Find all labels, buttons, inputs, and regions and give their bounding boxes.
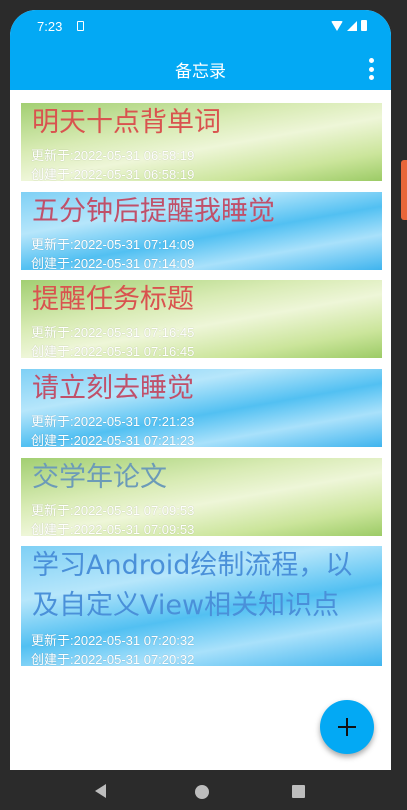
device-frame: 7:23 备忘录 明天十点背单词 更新于:2022-05-31 06:58:19… xyxy=(0,0,407,810)
page-title: 备忘录 xyxy=(175,62,226,82)
note-title: 交学年论文 xyxy=(32,462,167,493)
note-card[interactable]: 请立刻去睡觉 更新于:2022-05-31 07:21:23 创建于:2022-… xyxy=(21,369,382,447)
sim-icon xyxy=(77,21,84,31)
note-updated: 更新于:2022-05-31 07:16:45 xyxy=(31,325,195,340)
signal-icon xyxy=(347,20,357,31)
note-created: 创建于:2022-05-31 07:09:53 xyxy=(31,522,195,536)
status-time: 7:23 xyxy=(37,19,63,34)
note-created: 创建于:2022-05-31 07:14:09 xyxy=(31,256,195,270)
home-icon[interactable] xyxy=(195,785,209,799)
note-updated: 更新于:2022-05-31 07:09:53 xyxy=(31,503,195,518)
side-button xyxy=(401,160,407,220)
overflow-menu-icon[interactable] xyxy=(367,58,375,80)
note-card[interactable]: 学习Android绘制流程，以及自定义View相关知识点 更新于:2022-05… xyxy=(21,546,382,666)
app-screen: 7:23 备忘录 明天十点背单词 更新于:2022-05-31 06:58:19… xyxy=(10,10,391,770)
app-bar: 备忘录 xyxy=(10,44,391,90)
note-title: 提醒任务标题 xyxy=(32,284,194,315)
recents-icon[interactable] xyxy=(292,785,305,798)
note-card[interactable]: 五分钟后提醒我睡觉 更新于:2022-05-31 07:14:09 创建于:20… xyxy=(21,192,382,270)
note-title: 五分钟后提醒我睡觉 xyxy=(32,196,275,227)
note-card[interactable]: 交学年论文 更新于:2022-05-31 07:09:53 创建于:2022-0… xyxy=(21,458,382,536)
note-created: 创建于:2022-05-31 07:20:32 xyxy=(31,652,195,666)
add-note-button[interactable] xyxy=(320,700,374,754)
note-updated: 更新于:2022-05-31 07:14:09 xyxy=(31,237,195,252)
note-card[interactable]: 明天十点背单词 更新于:2022-05-31 06:58:19 创建于:2022… xyxy=(21,103,382,181)
status-bar: 7:23 xyxy=(10,10,391,44)
note-updated: 更新于:2022-05-31 07:20:32 xyxy=(31,633,195,648)
note-updated: 更新于:2022-05-31 06:58:19 xyxy=(31,148,195,163)
note-card[interactable]: 提醒任务标题 更新于:2022-05-31 07:16:45 创建于:2022-… xyxy=(21,280,382,358)
back-icon[interactable] xyxy=(95,784,106,798)
battery-icon xyxy=(361,20,367,31)
wifi-icon xyxy=(331,20,343,31)
note-title: 学习Android绘制流程，以及自定义View相关知识点 xyxy=(32,550,353,621)
navigation-bar xyxy=(0,770,407,810)
status-icons xyxy=(331,20,367,31)
note-created: 创建于:2022-05-31 07:16:45 xyxy=(31,344,195,358)
note-created: 创建于:2022-05-31 06:58:19 xyxy=(31,167,195,181)
note-created: 创建于:2022-05-31 07:21:23 xyxy=(31,433,195,447)
note-updated: 更新于:2022-05-31 07:21:23 xyxy=(31,414,195,429)
note-title: 明天十点背单词 xyxy=(32,107,221,138)
note-title: 请立刻去睡觉 xyxy=(32,373,194,404)
